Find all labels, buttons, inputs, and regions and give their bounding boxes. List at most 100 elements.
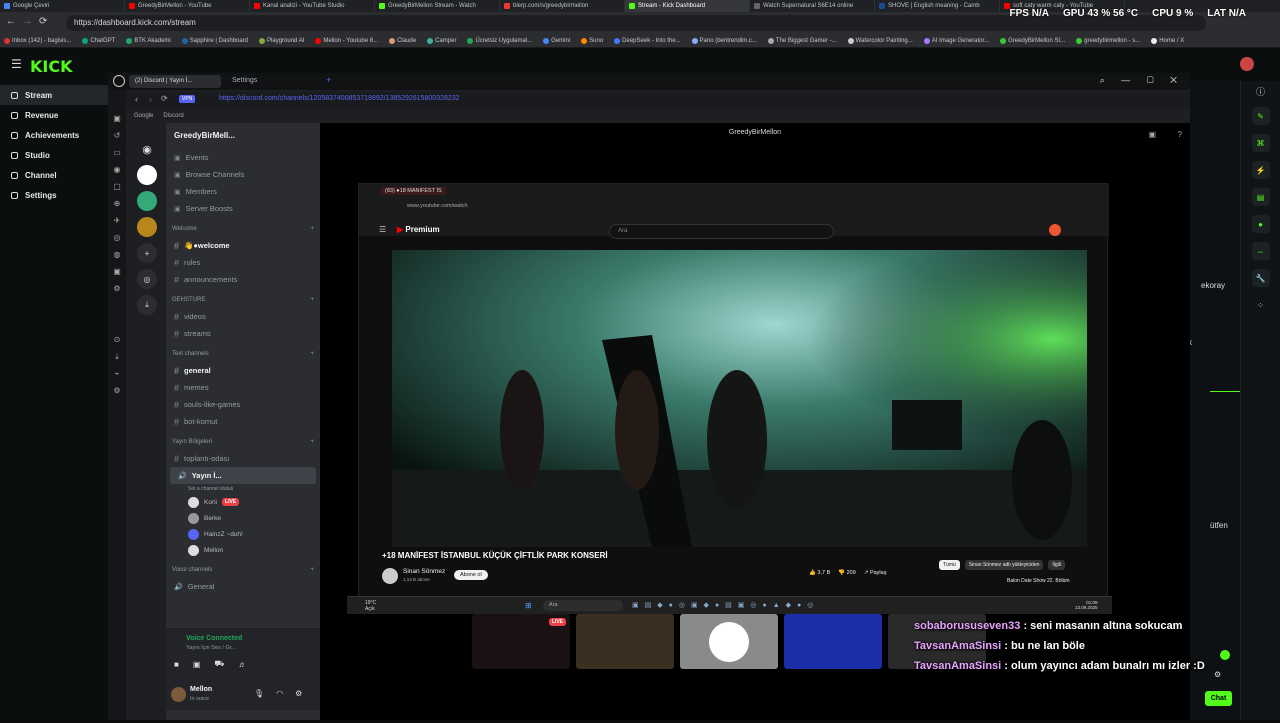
bookmark-item[interactable]: Ücretsiz Uygulamal... — [467, 37, 532, 44]
bookmark-discord[interactable]: Discord — [163, 113, 183, 119]
channel-category[interactable]: Voice channels + — [166, 562, 320, 578]
tool-icon[interactable]: ⌘ — [1251, 134, 1270, 152]
channel-item[interactable]: # bot-komut — [166, 413, 320, 430]
bookmark-item[interactable]: ChatGPT — [82, 37, 115, 44]
kick-nav-stream[interactable]: Stream — [0, 85, 108, 105]
bookmark-item[interactable]: The Biggest Gamer -... — [767, 37, 837, 44]
chat-username[interactable]: TavsanAmaSinsi — [914, 660, 1001, 672]
voice-channel-item[interactable]: 🔊 Yayın İ... — [170, 467, 316, 484]
wrench-icon[interactable]: 🔧 — [1251, 269, 1270, 287]
back-icon[interactable]: ‹ — [135, 94, 138, 104]
server-icon[interactable] — [137, 165, 157, 185]
chat-bubble-icon[interactable]: ● — [1251, 215, 1270, 233]
bookmark-item[interactable]: Playground AI — [259, 37, 304, 44]
bookmark-item[interactable]: Home / X — [1151, 37, 1184, 44]
voice-user[interactable]: Korii LIVE — [166, 494, 320, 510]
voice-user[interactable]: Mellon — [166, 542, 320, 558]
bolt-icon[interactable]: ⚡ — [1251, 161, 1270, 179]
channel-category[interactable]: GEHSTURE + — [166, 292, 320, 308]
add-channel-icon[interactable]: + — [310, 297, 314, 303]
settings-icon[interactable]: ⚙ — [1214, 670, 1221, 679]
bookmark-item[interactable]: Sapphire | Dashboard — [181, 37, 248, 44]
channel-item[interactable]: # general — [166, 362, 320, 379]
kick-nav-studio[interactable]: Studio — [0, 145, 108, 165]
bookmark-item[interactable]: Inbox (142) - bagisis... — [4, 37, 71, 44]
chat-username[interactable]: sobaborususeven33 — [914, 620, 1020, 632]
voice-channel-item[interactable]: 🔊 General — [166, 578, 320, 595]
channel-category[interactable]: Text channels + — [166, 346, 320, 362]
server-menu-item[interactable]: ▣ Browse Channels — [166, 166, 320, 183]
kick-logo[interactable]: KICK — [30, 57, 73, 76]
kick-nav-revenue[interactable]: Revenue — [0, 105, 108, 125]
browser-tab[interactable]: Google Çeviri — [0, 0, 125, 12]
add-channel-icon[interactable]: + — [310, 567, 314, 573]
server-icon[interactable] — [137, 191, 157, 211]
browser-tab[interactable]: GreedyBirMellon - YouTube — [125, 0, 250, 12]
headphones-icon[interactable]: ◠ — [276, 689, 283, 698]
info-icon[interactable]: ⓘ — [1241, 85, 1280, 98]
mic-icon[interactable]: 🎙 — [254, 689, 264, 698]
bookmark-item[interactable]: BTK Akademi — [126, 37, 171, 44]
menu-icon[interactable]: ☰ — [11, 57, 22, 71]
bookmark-item[interactable]: AI Image Generator... — [923, 37, 989, 44]
add-channel-icon[interactable]: + — [310, 351, 314, 357]
browser-tab[interactable]: SHOVE | English meaning - Camb — [875, 0, 1000, 12]
help-icon[interactable]: ? — [1178, 130, 1182, 139]
bookmark-google[interactable]: Google — [134, 113, 153, 119]
participant-tile[interactable] — [576, 614, 674, 669]
vpn-badge[interactable]: VPN — [179, 95, 196, 103]
popout-icon[interactable]: ▣ — [1148, 130, 1156, 139]
channel-item[interactable]: # streams — [166, 325, 320, 342]
channel-category[interactable]: Yayın Bölgeleri + — [166, 434, 320, 450]
add-channel-icon[interactable]: + — [310, 226, 314, 232]
tab-discord[interactable]: (2) Discord | Yayın İ... — [129, 75, 221, 88]
back-icon[interactable]: ← — [6, 16, 16, 27]
participant-tile[interactable]: LIVE — [472, 614, 570, 669]
bookmark-item[interactable]: GreedyBirMellon St... — [1000, 37, 1065, 44]
bookmark-item[interactable]: Pano (bentrendim.c... — [691, 37, 757, 44]
chat-send-button[interactable]: Chat — [1205, 691, 1232, 706]
new-tab-icon[interactable]: + — [326, 75, 331, 85]
kick-nav-channel[interactable]: Channel — [0, 165, 108, 185]
bookmark-item[interactable]: Watercolor Painting... — [847, 37, 913, 44]
channel-category[interactable]: Welcome + — [166, 221, 320, 237]
browser-tab[interactable]: blerp.com/s/greedybirmellon — [500, 0, 625, 12]
discord-home-icon[interactable]: ◉ — [137, 139, 157, 159]
forward-icon[interactable]: › — [149, 94, 152, 104]
bookmark-item[interactable]: greedybirmellon - s... — [1076, 37, 1140, 44]
bookmark-item[interactable]: Mellon - Youtube 8... — [315, 37, 378, 44]
channel-item[interactable]: # toplantı-odası — [166, 450, 320, 467]
explore-icon[interactable]: ◎ — [137, 269, 157, 289]
gear-icon[interactable]: ⚙ — [295, 689, 302, 698]
side-rail-icons[interactable]: ▣ ↺ ▭ ◉ ▢ ⊕ ✈ ◎ ◍ ▣ ⚙ ⊙ ⤓ ⌁ ⚙ — [108, 110, 126, 399]
kick-nav-achievements[interactable]: Achievements — [0, 125, 108, 145]
download-icon[interactable]: ⤓ — [137, 295, 157, 315]
soundboard-icon[interactable]: ♬ — [238, 660, 246, 669]
reload-icon[interactable]: ⟳ — [161, 94, 168, 103]
avatar[interactable] — [171, 687, 186, 702]
screen-share-icon[interactable]: ▣ — [193, 660, 201, 669]
bookmark-item[interactable]: Claude — [389, 37, 416, 44]
voice-channel-status[interactable]: Set a channel status — [166, 484, 320, 494]
avatar[interactable] — [1240, 57, 1254, 71]
activity-icon[interactable]: ⛟ — [214, 659, 224, 669]
voice-user[interactable]: Berke — [166, 510, 320, 526]
server-menu-item[interactable]: ▣ Server Boosts — [166, 200, 320, 217]
bookmark-item[interactable]: DeepSeek - Into the... — [614, 37, 681, 44]
clipboard-icon[interactable]: ▤ — [1251, 188, 1270, 206]
participant-tile[interactable] — [784, 614, 882, 669]
server-icon[interactable] — [137, 217, 157, 237]
add-channel-icon[interactable]: + — [310, 439, 314, 445]
channel-item[interactable]: # 👋●welcome — [166, 237, 320, 254]
chat-username[interactable]: TavsanAmaSinsi — [914, 640, 1001, 652]
add-server-icon[interactable]: + — [137, 243, 157, 263]
channel-item[interactable]: # videos — [166, 308, 320, 325]
browser-tab[interactable]: Watch Supernatural S6E14 online — [750, 0, 875, 12]
server-menu-item[interactable]: ▣ Events — [166, 149, 320, 166]
dots-icon[interactable]: ⁘ — [1252, 296, 1270, 314]
tab-settings[interactable]: Settings — [232, 77, 257, 84]
kick-nav-settings[interactable]: Settings — [0, 185, 108, 205]
channel-item[interactable]: # souls-like-games — [166, 396, 320, 413]
channel-item[interactable]: # announcements — [166, 271, 320, 288]
server-name[interactable]: GreedyBirMell... — [174, 131, 235, 140]
